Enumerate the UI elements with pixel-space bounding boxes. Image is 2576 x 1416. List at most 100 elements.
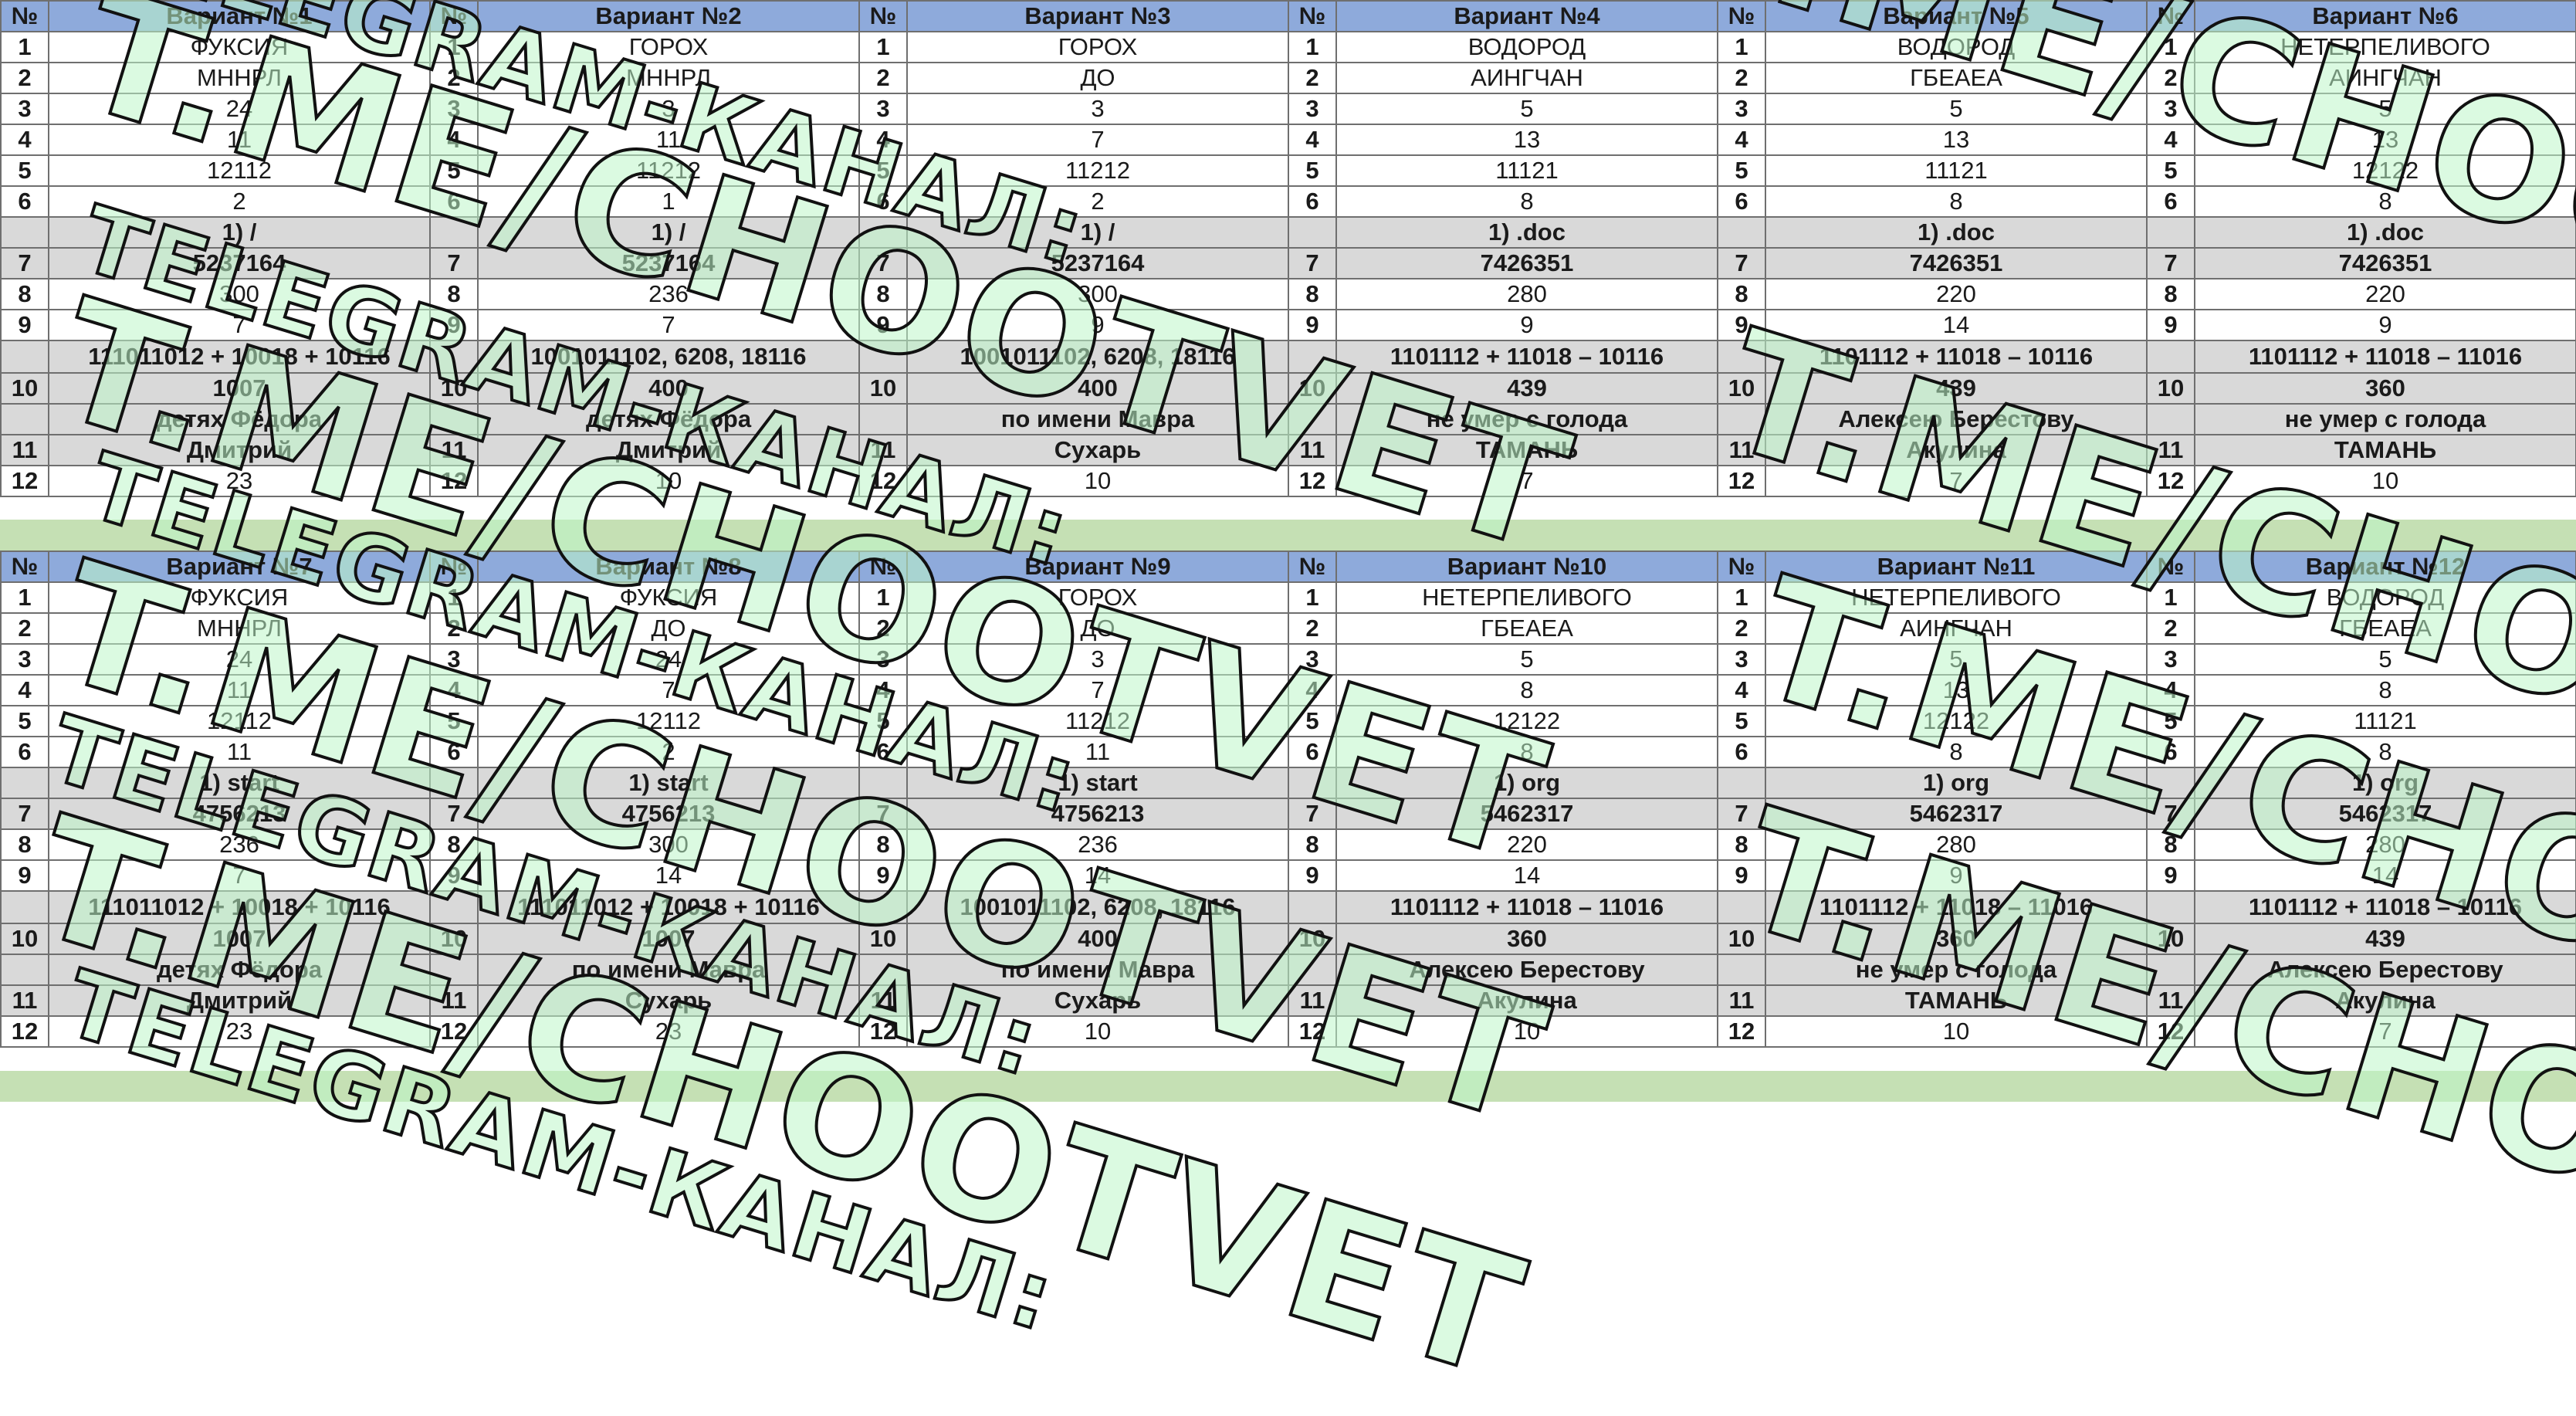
row-number-cell: 3 [0,93,49,125]
answer-cell: 5237164 [906,247,1289,279]
answer-cell: 3 [906,643,1289,676]
table-row: 8 236 8 300 8 236 8 220 8 280 8 280 [0,828,2576,861]
row-number-cell: 1 [0,31,49,63]
answer-cell: 12122 [2194,154,2576,187]
header-number-cell: № [2146,0,2195,32]
answer-cell: МННРЛ [48,612,431,645]
answer-cell: 1) .doc [1335,216,1718,249]
row-number-cell: 4 [1717,124,1766,156]
answer-cell: 4756213 [906,798,1289,830]
answer-cell: 10 [906,1015,1289,1048]
answer-cell: Алексею Берестову [2194,954,2576,986]
row-number-cell: 7 [1288,247,1337,279]
variant-title-cell: Вариант №10 [1335,550,1718,583]
answer-cell: 7426351 [1765,247,2148,279]
answer-cell: 5 [1335,643,1718,676]
table-row: 1 ФУКСИЯ 1 ГОРОХ 1 ГОРОХ 1 ВОДОРОД 1 ВОДОРОД 1 НЕТЕ… [0,31,2576,63]
answer-cell: АИНГЧАН [1335,62,1718,94]
table-row: 10 1007 10 1007 10 400 10 360 10 360 10 439 [0,923,2576,955]
answer-cell: 7 [48,309,431,341]
answer-cell: 280 [1335,278,1718,310]
answer-cell: НЕТЕРПЕЛИВОГО [1765,581,2148,614]
row-number-cell [429,954,479,986]
row-number-cell: 12 [2146,465,2195,497]
row-number-cell: 10 [429,372,479,405]
row-number-cell: 11 [429,984,479,1017]
row-number-cell: 9 [1288,859,1337,892]
answer-cell: ГОРОХ [477,31,860,63]
row-number-cell [429,403,479,435]
row-number-cell: 4 [2146,124,2195,156]
table-row: 2 МННРЛ 2 ДО 2 ДО 2 ГБЕАЕА 2 АИНГЧАН 2 ГБЕАЕА [0,612,2576,645]
header-number-cell: № [858,550,908,583]
row-number-cell: 10 [1717,923,1766,955]
row-number-cell: 12 [858,465,908,497]
answer-cell: 400 [906,923,1289,955]
table-row: 4 11 4 7 4 7 4 8 4 13 4 8 [0,674,2576,706]
row-number-cell: 12 [2146,1015,2195,1048]
variant-title-cell: Вариант №9 [906,550,1289,583]
table-row: 12 23 12 10 12 10 12 7 12 7 12 10 [0,465,2576,497]
row-number-cell: 1 [2146,581,2195,614]
table-row: 1) start 1) start 1) start 1) org 1) org 1) o… [0,767,2576,799]
row-number-cell: 11 [2146,434,2195,466]
answer-cell: 1) .doc [2194,216,2576,249]
row-number-cell [2146,340,2195,374]
answer-cell: 8 [2194,736,2576,768]
row-number-cell: 4 [858,124,908,156]
variant-title-cell: Вариант №6 [2194,0,2576,32]
row-number-cell: 1 [429,31,479,63]
answer-cell: 11121 [1335,154,1718,187]
header-number-cell: № [429,0,479,32]
answer-cell: 11 [477,124,860,156]
row-number-cell [0,216,49,249]
answer-cell: Дмитрий [48,434,431,466]
row-number-cell: 1 [858,581,908,614]
answer-cell: 400 [477,372,860,405]
row-number-cell: 6 [0,185,49,218]
answer-cell: 12122 [1335,705,1718,737]
answer-cell: 7426351 [2194,247,2576,279]
row-number-cell: 2 [429,612,479,645]
row-number-cell: 7 [858,247,908,279]
variant-title-cell: Вариант №7 [48,550,431,583]
answer-cell: 1007 [48,923,431,955]
answer-cell: 1) org [1765,767,2148,799]
answer-cell: ТАМАНЬ [1335,434,1718,466]
row-number-cell: 11 [858,984,908,1017]
table-row: 12 23 12 23 12 10 12 10 12 10 12 7 [0,1015,2576,1048]
answers-table-top: № Вариант №1 № Вариант №2 № Вариант №3 № Вариан… [0,0,2576,497]
row-number-cell: 6 [2146,185,2195,218]
variant-title-cell: Вариант №5 [1765,0,2148,32]
answer-cell: 9 [1335,309,1718,341]
answer-cell: 7 [477,674,860,706]
table-row: 9 7 9 7 9 9 9 9 9 14 9 9 [0,309,2576,341]
row-number-cell: 1 [1717,581,1766,614]
row-number-cell: 5 [1288,154,1337,187]
row-number-cell: 2 [858,62,908,94]
row-number-cell: 10 [858,372,908,405]
answer-cell: 1101112 + 11018 – 10116 [1335,340,1718,374]
answer-cell: 10 [906,465,1289,497]
answer-cell: 8 [2194,674,2576,706]
variant-title-cell: Вариант №4 [1335,0,1718,32]
row-number-cell: 9 [0,859,49,892]
row-number-cell: 12 [0,1015,49,1048]
row-number-cell: 5 [429,154,479,187]
answer-cell: 24 [48,643,431,676]
answer-cell: 1007 [48,372,431,405]
answer-cell: 236 [906,828,1289,861]
row-number-cell: 5 [0,705,49,737]
answer-cell: 1001011102, 6208, 18116 [906,890,1289,924]
row-number-cell: 1 [2146,31,2195,63]
answer-cell: ГОРОХ [906,581,1289,614]
answer-cell: 7426351 [1335,247,1718,279]
row-number-cell: 9 [1717,859,1766,892]
row-number-cell [858,890,908,924]
row-number-cell: 10 [1288,923,1337,955]
answer-cell: 11 [48,124,431,156]
answer-cell: 8 [2194,185,2576,218]
answer-cell: 1007 [477,923,860,955]
answer-cell: 220 [2194,278,2576,310]
row-number-cell: 11 [1288,434,1337,466]
